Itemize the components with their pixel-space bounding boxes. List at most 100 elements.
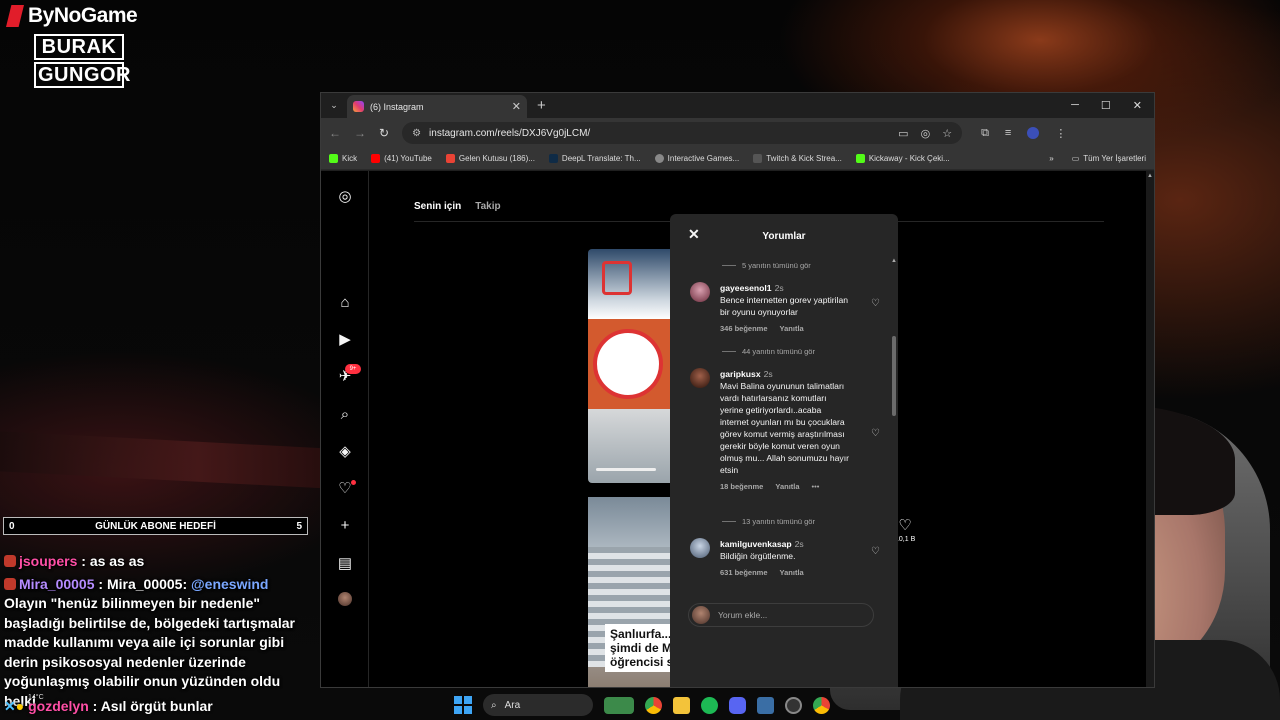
reel-like-count: 10,1 B <box>895 536 916 543</box>
chat-prefix: Mira_00005: <box>106 575 192 592</box>
comment-likes[interactable]: 346 beğenme <box>720 323 768 335</box>
url-actions: ▭ ◎ ☆ <box>898 127 952 140</box>
chrome-icon[interactable] <box>645 696 662 714</box>
tab-following[interactable]: Takip <box>475 201 500 212</box>
comment-likes[interactable]: 631 beğenme <box>720 567 768 579</box>
comment-text: Mavi Balina oyununun talimatları vardı h… <box>720 381 849 475</box>
search-icon[interactable]: ⌕ <box>336 405 354 423</box>
spotify-icon[interactable] <box>701 696 718 714</box>
comment-like-heart-icon[interactable]: ♡ <box>871 298 880 309</box>
view-replies-link[interactable]: 5 yanıtın tümünü gör <box>722 261 811 270</box>
bookmark-favicon-icon <box>855 154 865 163</box>
create-plus-icon[interactable]: + <box>336 516 354 534</box>
taskbar: ⌕ Ara <box>448 690 844 720</box>
profile-avatar[interactable] <box>338 592 352 606</box>
home-icon[interactable]: ⌂ <box>336 293 354 311</box>
bookmark-item[interactable]: Interactive Games... <box>654 154 740 163</box>
bynogame-logo: ByNoGame <box>6 4 138 28</box>
bookmark-label: Interactive Games... <box>667 154 740 163</box>
messages-badge: 9+ <box>345 364 361 374</box>
comment-username[interactable]: gayeesenol1 <box>720 283 772 293</box>
commenter-avatar[interactable] <box>690 282 710 302</box>
comment-likes[interactable]: 18 beğenme <box>720 481 763 493</box>
bookmark-item[interactable]: Kick <box>329 154 357 163</box>
close-icon[interactable]: ✕ <box>688 226 700 243</box>
url-bar[interactable]: ⚙ instagram.com/reels/DXJ6Vg0jLCM/ ▭ ◎ ☆ <box>402 122 963 144</box>
windows-start-icon[interactable] <box>454 696 472 714</box>
close-tab-icon[interactable]: ✕ <box>512 100 521 113</box>
comments-scrollbar[interactable] <box>892 336 896 416</box>
commenter-avatar[interactable] <box>690 538 710 558</box>
reels-icon[interactable]: ▶ <box>336 330 354 348</box>
file-explorer-icon[interactable] <box>673 696 690 714</box>
tab-instagram[interactable]: (6) Instagram ✕ <box>347 95 527 118</box>
instagram-logo-icon[interactable]: ◎ <box>336 187 354 205</box>
forward-icon[interactable]: → <box>354 126 366 140</box>
cast-icon[interactable]: ▭ <box>898 127 908 140</box>
logo-line-2: GUNGOR <box>34 62 131 88</box>
video-progress-bar[interactable] <box>596 468 656 471</box>
chrome-active-icon[interactable] <box>813 696 830 714</box>
new-tab-icon[interactable]: + <box>537 97 546 114</box>
bookmark-item[interactable]: (41) YouTube <box>371 154 432 163</box>
bookmarks-more-icon[interactable]: » <box>1049 154 1053 163</box>
app-icon[interactable] <box>785 696 802 714</box>
widgets-icon[interactable] <box>604 696 634 714</box>
comments-panel: ✕ Yorumlar 5 yanıtın tümünü gör gayeesen… <box>670 214 898 687</box>
bookmark-favicon-icon <box>329 154 338 163</box>
media-icon[interactable]: ≡ <box>1005 127 1011 139</box>
explore-icon[interactable]: ◈ <box>336 442 354 460</box>
comment-text: Bildiğin örgütlenme. <box>720 551 796 561</box>
add-comment-field[interactable]: Yorum ekle... <box>688 603 874 627</box>
tab-search-chevron-icon[interactable]: ⌄ <box>321 100 347 111</box>
chat-text: Olayın "henüz bilinmeyen bir nedenle" ba… <box>4 595 295 709</box>
view-replies-link[interactable]: 44 yanıtın tümünü gör <box>722 347 815 356</box>
search-icon: ⌕ <box>491 699 497 711</box>
like-heart-icon[interactable]: ♡ <box>895 516 915 534</box>
reply-button[interactable]: Yanıtla <box>775 481 799 493</box>
sub-badge-icon <box>4 577 16 590</box>
comment-username[interactable]: kamilguvenkasap <box>720 539 792 549</box>
close-window-icon[interactable]: ✕ <box>1133 99 1142 112</box>
bookmark-star-icon[interactable]: ☆ <box>942 127 952 140</box>
back-icon[interactable]: ← <box>329 126 341 140</box>
chat-username: gozdelyn <box>28 698 89 714</box>
bookmark-item[interactable]: Twitch & Kick Strea... <box>753 154 842 163</box>
comment-like-heart-icon[interactable]: ♡ <box>871 546 880 557</box>
scroll-up-arrow-icon[interactable]: ▲ <box>1147 173 1153 179</box>
taskbar-search[interactable]: ⌕ Ara <box>483 694 593 716</box>
more-options-icon[interactable]: ••• <box>812 481 820 493</box>
comment-meta: 346 beğenme Yanıtla <box>720 323 880 335</box>
comment-like-heart-icon[interactable]: ♡ <box>871 428 880 439</box>
scroll-up-arrow-icon[interactable]: ▲ <box>891 258 897 264</box>
menu-kebab-icon[interactable]: ⋮ <box>1055 127 1066 140</box>
bookmarks-bar: Kick (41) YouTube Gelen Kutusu (186)... … <box>321 148 1154 170</box>
comment-meta: 18 beğenme Yanıtla ••• <box>720 481 880 493</box>
bookmark-item[interactable]: Gelen Kutusu (186)... <box>445 154 535 163</box>
commenter-avatar[interactable] <box>690 368 710 388</box>
comment-text: Bence internetten gorev yaptirilan bir o… <box>720 295 849 317</box>
tab-for-you[interactable]: Senin için <box>414 201 461 212</box>
comment-body: kamilguvenkasap 2s Bildiğin örgütlenme. 6… <box>720 538 880 579</box>
reply-button[interactable]: Yanıtla <box>780 323 804 335</box>
reply-button[interactable]: Yanıtla <box>780 567 804 579</box>
maximize-icon[interactable]: ☐ <box>1101 99 1111 112</box>
comment-username[interactable]: garipkusx <box>720 369 761 379</box>
add-comment-placeholder: Yorum ekle... <box>718 610 768 620</box>
page-scrollbar[interactable]: ▲ <box>1146 171 1154 687</box>
reel-video-current[interactable] <box>588 249 670 483</box>
profile-avatar-icon[interactable] <box>1027 127 1040 139</box>
discord-icon[interactable] <box>729 696 746 714</box>
minimize-icon[interactable]: ─ <box>1071 99 1079 112</box>
view-replies-link[interactable]: 13 yanıtın tümünü gör <box>722 517 815 526</box>
reload-icon[interactable]: ↻ <box>379 126 389 140</box>
all-bookmarks-button[interactable]: ▭ Tüm Yer İşaretleri <box>1072 154 1146 163</box>
extensions-icon[interactable]: ⧉ <box>981 127 989 140</box>
dashboard-icon[interactable]: ▤ <box>336 554 354 572</box>
taskbar-search-label: Ara <box>504 699 521 711</box>
app-icon[interactable] <box>757 696 774 714</box>
site-info-icon[interactable]: ⚙ <box>412 128 421 139</box>
bookmark-item[interactable]: DeepL Translate: Th... <box>548 154 641 163</box>
bookmark-item[interactable]: Kickaway - Kick Çeki... <box>855 154 950 163</box>
eye-off-icon[interactable]: ◎ <box>921 127 931 140</box>
